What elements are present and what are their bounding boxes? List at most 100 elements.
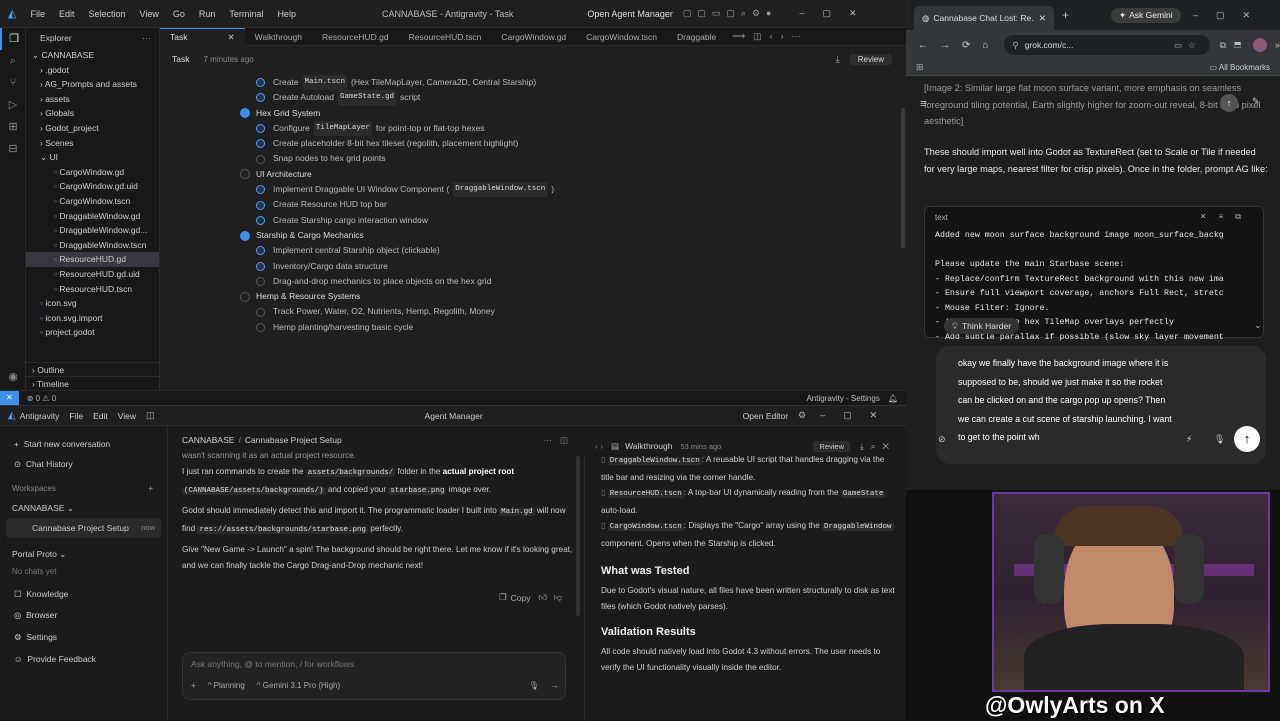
editor-actions-icon[interactable]: ⟶◫‹›⋯ — [732, 31, 808, 42]
menu-view[interactable]: View — [140, 9, 159, 19]
tree-item[interactable]: ▫ ResourceHUD.tscn — [26, 282, 159, 297]
tree-item[interactable]: ▫ icon.svg — [26, 296, 159, 311]
menu-edit[interactable]: Edit — [59, 9, 75, 19]
breadcrumb-workspace[interactable]: CANNABASE — [182, 435, 234, 445]
menu-icon[interactable]: » — [1275, 40, 1280, 50]
checked-icon[interactable] — [256, 124, 265, 134]
unchecked-icon[interactable] — [256, 322, 265, 332]
model-selector[interactable]: ^ Gemini 3.1 Pro (High) — [257, 681, 340, 690]
agent-menu-view[interactable]: View — [118, 411, 136, 421]
review-button[interactable]: Review — [849, 53, 892, 65]
outline-section[interactable]: › Outline — [26, 362, 160, 377]
editor-scrollbar[interactable] — [901, 108, 905, 248]
tree-item[interactable]: › .godot — [26, 63, 159, 78]
new-tab-icon[interactable]: + — [1062, 8, 1069, 22]
profile-avatar[interactable] — [1253, 38, 1267, 52]
unchecked-icon[interactable] — [256, 154, 265, 164]
checked-icon[interactable] — [256, 200, 265, 210]
menu-go[interactable]: Go — [173, 9, 185, 19]
attach-icon[interactable]: ⊘ — [938, 434, 946, 445]
tree-item[interactable]: › Scenes — [26, 136, 159, 151]
conversation-item[interactable]: Cannabase Project Setup now — [6, 518, 161, 538]
tab-draggable[interactable]: Draggable — [667, 28, 726, 46]
tree-item[interactable]: › assets — [26, 92, 159, 107]
code-actions-icon[interactable]: ✕≡⧉ — [1200, 212, 1253, 222]
add-workspace-icon[interactable]: + — [148, 480, 153, 498]
apps-icon[interactable]: ⊞ — [916, 62, 924, 73]
extensions-icon[interactable]: ⧉⬒ — [1220, 40, 1249, 51]
sidebar-toggle-icon[interactable]: ◫ — [146, 410, 155, 421]
browser-link[interactable]: ◎ Browser — [0, 604, 167, 626]
walkthrough-review-button[interactable]: Review — [813, 440, 850, 452]
agent-menu-edit[interactable]: Edit — [93, 411, 108, 421]
think-harder-chip[interactable]: 💡︎ Think Harder — [944, 318, 1020, 334]
checked-icon[interactable] — [256, 246, 265, 256]
knowledge-link[interactable]: ☐ Knowledge — [0, 584, 167, 604]
checked-icon[interactable] — [256, 185, 265, 195]
bell-icon[interactable]: 🔔︎ — [888, 394, 898, 403]
thumbs-up-icon[interactable]: 👍︎ — [538, 592, 547, 603]
remote-icon[interactable]: ⊞ — [0, 116, 26, 138]
chat-options-icon[interactable]: ⋯◫ — [543, 435, 576, 446]
tree-item[interactable]: ▫ ResourceHUD.gd.uid — [26, 267, 159, 282]
menu-run[interactable]: Run — [199, 9, 216, 19]
explorer-icon[interactable]: ❐ — [0, 28, 26, 50]
run-debug-icon[interactable]: ▷ — [0, 94, 26, 116]
walkthrough-actions-icon[interactable]: ⤓⌕✕ — [860, 441, 896, 452]
add-icon[interactable]: + — [191, 681, 196, 690]
close-icon[interactable]: ✕ — [227, 28, 234, 46]
scroll-up-button[interactable]: ↑ — [1220, 94, 1238, 112]
lightning-icon[interactable]: ⚡︎ — [1186, 434, 1192, 445]
open-editor-button[interactable]: Open Editor — [743, 411, 788, 421]
window-controls-icon[interactable]: –▢✕ — [799, 8, 874, 19]
nav-buttons-icon[interactable]: ←→⟳⌂ — [918, 40, 1000, 51]
download-icon[interactable]: ⤓ — [836, 54, 840, 65]
tree-item[interactable]: ▫ DraggableWindow.gd... — [26, 223, 159, 238]
tree-item[interactable]: ▫ DraggableWindow.tscn — [26, 238, 159, 253]
mic-icon[interactable]: 🎙︎ — [1214, 434, 1225, 445]
sidebar-toggle-icon[interactable]: ≡ — [920, 98, 926, 110]
tab-cargowindow-tscn[interactable]: CargoWindow.tscn — [576, 28, 667, 46]
tab-cargowindow-gd[interactable]: CargoWindow.gd — [491, 28, 576, 46]
tree-item[interactable]: › AG_Prompts and assets — [26, 77, 159, 92]
tree-item[interactable]: › Globals — [26, 106, 159, 121]
menu-file[interactable]: File — [30, 9, 45, 19]
site-info-icon[interactable]: ⚲ — [1012, 40, 1018, 51]
tree-item[interactable]: ⌄ UI — [26, 150, 159, 165]
tab-resourcehud-gd[interactable]: ResourceHUD.gd — [312, 28, 399, 46]
tree-item[interactable]: › Godot_project — [26, 121, 159, 136]
workspace-cannabase[interactable]: CANNABASE ⌄ — [0, 498, 167, 518]
ask-gemini-button[interactable]: ✦ Ask Gemini — [1111, 7, 1181, 23]
address-bar[interactable]: ⚲ grok.com/c... ▭☆ — [1004, 35, 1210, 55]
tree-item[interactable]: ▫ CargoWindow.tscn — [26, 194, 159, 209]
layout-icons[interactable]: ▢▢▭▢⌕⚙● — [683, 8, 778, 19]
timeline-section[interactable]: › Timeline — [26, 376, 160, 391]
edit-icon[interactable]: ✎ — [1252, 96, 1260, 107]
checked-icon[interactable] — [256, 215, 265, 225]
chat-input[interactable]: Ask anything, @ to mention, / for workfl… — [183, 653, 565, 675]
tree-item[interactable]: ▫ ResourceHUD.gd — [26, 252, 159, 267]
copy-button[interactable]: Copy — [511, 593, 531, 603]
agent-menu-file[interactable]: File — [69, 411, 83, 421]
microphone-icon[interactable]: 🎙︎ — [529, 681, 539, 690]
all-bookmarks-link[interactable]: ▭ All Bookmarks — [1210, 63, 1270, 72]
tree-item[interactable]: ▫ DraggableWindow.gd — [26, 209, 159, 224]
status-settings[interactable]: Antigravity - Settings — [806, 394, 879, 403]
prompt-text[interactable]: okay we finally have the background imag… — [958, 354, 1178, 447]
remote-indicator-icon[interactable]: ✕ — [0, 391, 19, 405]
send-icon[interactable]: → — [551, 681, 559, 690]
source-control-icon[interactable]: ⑂ — [0, 72, 26, 94]
checked-icon[interactable] — [256, 93, 265, 103]
account-icon[interactable]: ◉ — [0, 366, 26, 388]
collapse-chevron-icon[interactable]: ⌄ — [1254, 320, 1262, 331]
tab-task[interactable]: Task ✕ — [160, 27, 245, 46]
unchecked-icon[interactable] — [256, 277, 265, 286]
settings-link[interactable]: ⚙ Settings — [0, 626, 167, 648]
feedback-link[interactable]: ☺ Provide Feedback — [0, 648, 167, 670]
mode-selector[interactable]: ^ Planning — [208, 681, 245, 690]
checked-icon[interactable] — [256, 78, 265, 88]
checked-icon[interactable] — [256, 261, 265, 271]
browser-window-controls-icon[interactable]: –▢✕ — [1193, 10, 1268, 21]
menu-help[interactable]: Help — [277, 9, 296, 19]
chat-scrollbar[interactable] — [576, 456, 580, 616]
